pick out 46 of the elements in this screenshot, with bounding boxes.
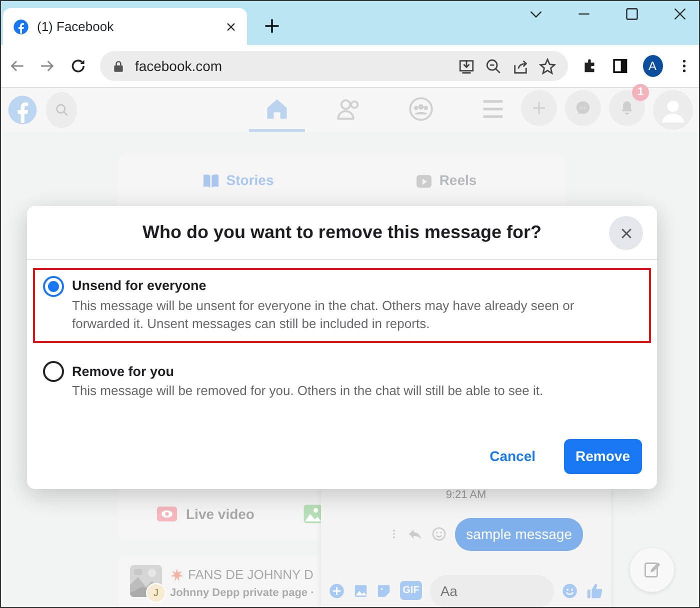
tab-title: (1) Facebook bbox=[37, 18, 115, 36]
option-description: This message will be unsent for everyone in the chat. Others may have already seen or forwarded it. Unsent messages can still be included in reports. bbox=[72, 297, 576, 334]
post-title[interactable]: FANS DE JOHNNY D bbox=[188, 565, 314, 584]
close-icon[interactable] bbox=[618, 226, 634, 240]
download-icon[interactable] bbox=[458, 58, 475, 74]
side-panel-icon[interactable] bbox=[612, 57, 629, 75]
option-label: Unsend for everyone bbox=[72, 277, 206, 296]
messenger-icon bbox=[575, 100, 591, 116]
radio-option[interactable]: Unsend for everyone This message will be unsent for everyone in the chat. Others may have already seen or forwarded it. Unsent messages can still be included in reports. bbox=[33, 268, 651, 344]
radio-option[interactable]: Remove for you This message will be removed for you. Others in the chat will still be able to see it. bbox=[33, 353, 651, 411]
groups-icon bbox=[408, 96, 434, 122]
address-bar[interactable]: facebook.com bbox=[100, 51, 568, 81]
profile-avatar[interactable]: A bbox=[642, 55, 662, 77]
share-icon[interactable] bbox=[512, 58, 529, 74]
star-icon[interactable] bbox=[538, 58, 556, 74]
facebook-logo-icon bbox=[13, 18, 29, 34]
book-icon bbox=[202, 172, 220, 190]
option-label: Remove for you bbox=[72, 362, 174, 381]
dialog-title: Who do you want to remove this message for? bbox=[142, 221, 542, 244]
radio-button[interactable] bbox=[43, 361, 64, 382]
close-button[interactable] bbox=[609, 216, 643, 250]
lock-icon bbox=[112, 60, 125, 72]
spark-icon bbox=[170, 568, 184, 582]
message-input[interactable]: Aa bbox=[430, 574, 554, 606]
message-time: 9:21 AM bbox=[444, 488, 488, 503]
compose-button[interactable] bbox=[630, 548, 674, 592]
bell-icon bbox=[619, 100, 635, 116]
close-icon[interactable] bbox=[673, 7, 687, 21]
option-description: This message will be removed for you. Others in the chat will still be able to see it. bbox=[72, 382, 544, 400]
cancel-button[interactable]: Cancel bbox=[478, 439, 548, 474]
post-subtitle: Johnny Depp private page · bbox=[170, 586, 314, 600]
plus-icon[interactable] bbox=[263, 17, 281, 35]
url-text: facebook.com bbox=[134, 56, 224, 76]
close-icon[interactable] bbox=[225, 20, 237, 32]
remove-button[interactable]: Remove bbox=[564, 439, 642, 474]
reload-icon[interactable] bbox=[70, 57, 86, 75]
message-bubble: sample message bbox=[455, 518, 583, 550]
maximize-icon[interactable] bbox=[625, 7, 639, 21]
search-icon bbox=[54, 103, 68, 117]
pencil-icon bbox=[643, 561, 661, 579]
zoom-out-icon[interactable] bbox=[484, 58, 502, 74]
live-video-button[interactable]: Live video bbox=[156, 503, 254, 525]
plus-icon bbox=[531, 100, 547, 116]
avatar: J bbox=[146, 583, 166, 603]
browser-tab[interactable]: (1) Facebook bbox=[3, 8, 247, 45]
radio-button[interactable] bbox=[43, 276, 64, 297]
